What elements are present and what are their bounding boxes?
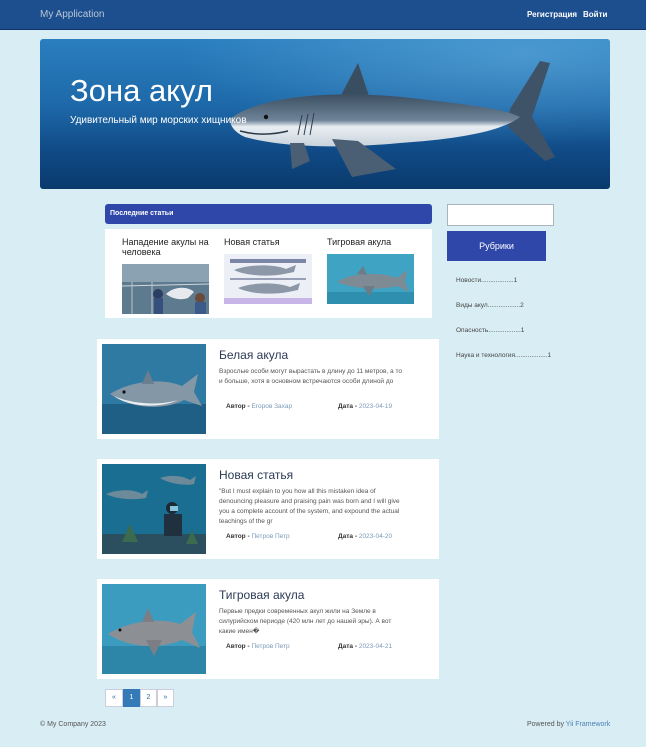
author-label: Автор - xyxy=(226,643,250,650)
article-author: Автор - Петров Петр xyxy=(226,643,290,650)
date-value: 2023-04-20 xyxy=(358,533,393,540)
footer-powered-label: Powered by xyxy=(527,721,564,728)
author-name[interactable]: Петров Петр xyxy=(251,643,289,650)
register-link[interactable]: Регистрация xyxy=(527,10,577,19)
hero-subtitle: Удивительный мир морских хищников xyxy=(70,115,247,126)
article-card: Новая статья "But I must explain to you … xyxy=(97,459,439,559)
article-author: Автор - Егоров Захар xyxy=(226,403,292,410)
date-label: Дата - xyxy=(338,403,358,410)
latest-item-title[interactable]: Тигровая акула xyxy=(327,237,422,247)
footer-copyright: © My Company 2023 xyxy=(40,721,106,728)
hero-title: Зона акул xyxy=(70,73,213,108)
hero-banner: Зона акул Удивительный мир морских хищни… xyxy=(40,39,610,189)
login-link[interactable]: Войти xyxy=(583,10,607,19)
article-date: Дата - 2023-04-21 xyxy=(338,643,392,650)
article-image[interactable] xyxy=(102,464,206,554)
article-excerpt: "But I must explain to you how all this … xyxy=(219,488,400,525)
latest-item-title[interactable]: Нападение акулы на человека xyxy=(122,237,217,257)
category-link[interactable]: Наука и технология..................1 xyxy=(456,352,551,359)
top-navbar: My Application Регистрация Войти xyxy=(0,0,646,30)
article-card: Тигровая акула Первые предки современных… xyxy=(97,579,439,679)
category-link[interactable]: Новости..................1 xyxy=(456,277,517,284)
latest-item-thumbnail[interactable] xyxy=(224,254,312,304)
latest-articles-panel: Нападение акулы на человека Новая статья… xyxy=(105,229,432,318)
footer-powered: Powered by Yii Framework xyxy=(527,721,610,728)
article-date: Дата - 2023-04-20 xyxy=(338,533,392,540)
article-date: Дата - 2023-04-19 xyxy=(338,403,392,410)
latest-item-thumbnail[interactable] xyxy=(122,264,209,314)
article-title[interactable]: Белая акула xyxy=(219,348,288,362)
date-label: Дата - xyxy=(338,533,358,540)
author-label: Автор - xyxy=(226,533,250,540)
author-name[interactable]: Егоров Захар xyxy=(251,403,292,410)
footer-framework-link[interactable]: Yii Framework xyxy=(566,721,610,728)
date-value: 2023-04-21 xyxy=(358,643,393,650)
category-link[interactable]: Виды акул..................2 xyxy=(456,302,524,309)
article-excerpt: Взрослые особи могут вырастать в длину д… xyxy=(219,368,402,385)
article-title[interactable]: Новая статья xyxy=(219,468,293,482)
date-value: 2023-04-19 xyxy=(358,403,393,410)
article-card: Белая акула Взрослые особи могут выраста… xyxy=(97,339,439,439)
shark-hero-image xyxy=(40,39,610,189)
latest-item-title[interactable]: Новая статья xyxy=(224,237,319,247)
pagination-next[interactable]: » xyxy=(157,689,174,707)
latest-articles-heading: Последние статьи xyxy=(110,210,174,217)
article-image[interactable] xyxy=(102,584,206,674)
search-input[interactable] xyxy=(447,204,554,226)
latest-item-thumbnail[interactable] xyxy=(327,254,414,304)
pagination-page-1[interactable]: 1 xyxy=(123,689,140,707)
article-excerpt: Первые предки современных акул жили на З… xyxy=(219,608,392,635)
pagination-prev[interactable]: « xyxy=(105,689,123,707)
pagination-page-2[interactable]: 2 xyxy=(140,689,157,707)
rubrics-button[interactable]: Рубрики xyxy=(447,231,546,261)
author-label: Автор - xyxy=(226,403,250,410)
article-title[interactable]: Тигровая акула xyxy=(219,588,304,602)
category-link[interactable]: Опасность..................1 xyxy=(456,327,524,334)
brand-link[interactable]: My Application xyxy=(40,9,104,20)
article-image[interactable] xyxy=(102,344,206,434)
author-name[interactable]: Петров Петр xyxy=(251,533,289,540)
date-label: Дата - xyxy=(338,643,358,650)
article-author: Автор - Петров Петр xyxy=(226,533,290,540)
latest-articles-header: Последние статьи xyxy=(105,204,432,224)
